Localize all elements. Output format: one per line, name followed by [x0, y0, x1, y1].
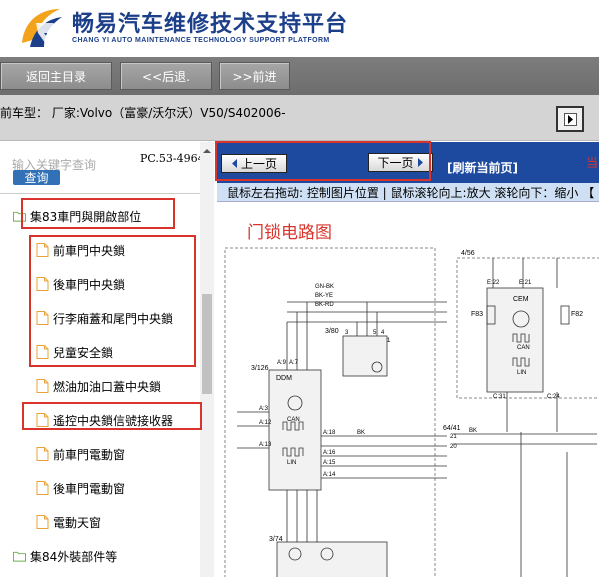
diagram-label-64-41: 64/41	[443, 425, 461, 432]
highlight-box	[21, 198, 175, 229]
refresh-page-link[interactable]: [刷新当前页]	[447, 159, 518, 176]
tree-folder-item[interactable]: 集84外裝部件等	[13, 545, 117, 567]
diagram-label-4-56: 4/56	[461, 250, 475, 257]
catalog-scrollbar[interactable]	[200, 142, 214, 577]
diagram-label-bk-rd: BK-RD	[315, 302, 334, 308]
diagram-label-21: 21	[450, 434, 457, 440]
current-page-label: 当	[586, 156, 599, 170]
diagram-label-20: 20	[450, 444, 457, 450]
app-subtitle: CHANG YI AUTO MAINTENANCE TECHNOLOGY SUP…	[72, 37, 330, 44]
diagram-label-f82: F82	[571, 311, 583, 318]
scroll-thumb[interactable]	[202, 294, 212, 394]
diagram-label-can: CAN	[287, 417, 300, 423]
search-button[interactable]: 查询	[13, 170, 60, 185]
diagram-label-can-cem: CAN	[517, 345, 530, 351]
diagram-label-bk-ye: BK-YE	[315, 293, 333, 299]
tree-file-item[interactable]: 電動天窗	[36, 511, 101, 533]
tree-item-label: 集84外裝部件等	[30, 549, 118, 564]
document-icon	[36, 447, 49, 461]
home-button[interactable]: 返回主目录	[0, 62, 112, 90]
diagram-label-ddm: DDM	[276, 375, 292, 382]
diagram-label-pin1: 1	[387, 338, 391, 344]
diagram-label-a7: A:7	[289, 360, 299, 366]
diagram-label-c31: C:31	[493, 394, 506, 400]
hint-bar: 鼠标左右拖动: 控制图片位置 | 鼠标滚轮向上:放大 滚轮向下：缩小 【	[217, 183, 599, 202]
folder-icon	[13, 551, 26, 562]
tree-file-item[interactable]: 前車門電動窗	[36, 443, 125, 465]
diagram-label-lin-cem: LIN	[517, 370, 526, 376]
diagram-label-pin4: 4	[381, 330, 385, 336]
diagram-label-bk: BK	[357, 430, 365, 436]
diagram-label-a12: A:12	[259, 420, 272, 426]
diagram-label-gn-bk: GN-BK	[315, 284, 334, 290]
logo-icon	[22, 9, 62, 47]
diagram-label-lin: LIN	[287, 460, 296, 466]
wiring-diagram-svg: DDM CEM 3/126 3/80 3/74 4/56 64/41 F83 F…	[224, 247, 599, 577]
document-icon	[36, 379, 49, 393]
pc-code-label: PC.53-4964	[140, 152, 205, 165]
tree-file-item[interactable]: 後車門電動窗	[36, 477, 125, 499]
tree-item-label: 前車門電動窗	[53, 447, 126, 462]
diagram-label-a18: A:18	[323, 430, 336, 436]
diagram-label-pin5: 5	[373, 330, 377, 336]
highlight-box	[22, 402, 202, 430]
diagram-label-a15: A:15	[323, 460, 336, 466]
wiring-diagram[interactable]: DDM CEM 3/126 3/80 3/74 4/56 64/41 F83 F…	[217, 202, 599, 577]
diagram-label-a9: A:9	[277, 360, 287, 366]
app-header: 畅易汽车维修技术支持平台 CHANG YI AUTO MAINTENANCE T…	[0, 0, 599, 57]
app-title: 畅易汽车维修技术支持平台	[72, 12, 349, 37]
toggle-arrow-icon	[563, 112, 577, 126]
diagram-label-e22: E:22	[487, 280, 500, 286]
diagram-label-3-80: 3/80	[325, 328, 339, 335]
highlight-box	[215, 141, 431, 181]
panel-divider	[0, 193, 200, 194]
forward-button[interactable]: >>前进	[219, 62, 290, 90]
diagram-title: 门锁电路图	[247, 223, 332, 243]
tree-item-label: 後車門電動窗	[53, 481, 126, 496]
viewer-panel: 上一页 下一页 [刷新当前页] 当 鼠标左右拖动: 控制图片位置 | 鼠标滚轮向…	[217, 142, 599, 577]
document-icon	[36, 515, 49, 529]
scroll-up-icon[interactable]	[200, 146, 214, 156]
diagram-label-f83: F83	[471, 311, 483, 318]
tree-file-item[interactable]: 燃油加油口蓋中央鎖	[36, 375, 161, 397]
diagram-label-e21: E:21	[519, 280, 532, 286]
panel-toggle-button[interactable]	[556, 106, 584, 132]
diagram-label-bk-2: BK	[469, 428, 477, 434]
diagram-label-a3: A:3	[259, 406, 269, 412]
tree-item-label: 燃油加油口蓋中央鎖	[53, 379, 162, 394]
diagram-label-cem: CEM	[513, 296, 529, 303]
document-icon	[36, 481, 49, 495]
diagram-label-c24: C:24	[547, 394, 560, 400]
vehicle-bar: 当前车型： 厂家:Volvo（富豪/沃尔沃）V50/S402006-	[0, 95, 599, 141]
diagram-label-3-74: 3/74	[269, 536, 283, 543]
highlight-box	[29, 235, 196, 367]
vehicle-info: 当前车型： 厂家:Volvo（富豪/沃尔沃）V50/S402006-	[0, 106, 286, 120]
back-button[interactable]: <<后退.	[120, 62, 212, 90]
diagram-label-pin3: 3	[345, 330, 349, 336]
diagram-label-a16: A:16	[323, 450, 336, 456]
diagram-label-a13: A:13	[259, 442, 272, 448]
diagram-label-3-126: 3/126	[251, 365, 269, 372]
diagram-label-a14: A:14	[323, 472, 336, 478]
nav-bar: 返回主目录 <<后退. >>前进	[0, 57, 599, 95]
tree-item-label: 電動天窗	[53, 515, 102, 530]
